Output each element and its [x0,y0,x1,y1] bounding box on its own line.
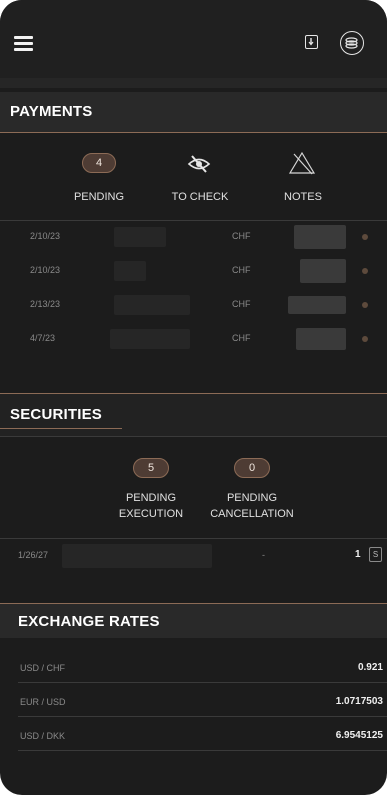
redacted-value [294,225,346,249]
rate-divider [18,682,387,683]
payment-currency: CHF [232,333,251,343]
rate-pair: USD / CHF [20,663,65,673]
status-dot [362,234,368,240]
pending-execution-count: 5 [133,458,169,478]
securities-title-underline [0,428,122,429]
securities-title: SECURITIES [10,406,103,423]
rate-pair: EUR / USD [20,697,66,707]
security-date: 1/26/27 [18,550,49,560]
rate-row[interactable]: USD / CHF 0.921 [0,652,387,682]
pending-cancellation-count: 0 [234,458,270,478]
payment-date: 2/13/23 [30,299,61,309]
redacted-value [288,296,346,314]
payment-currency: CHF [232,231,251,241]
coin-stack-icon[interactable] [340,31,364,55]
payments-pending-label: PENDING [73,191,125,203]
redacted-value [300,259,346,283]
top-bar [0,0,387,78]
status-dot [362,336,368,342]
payment-currency: CHF [232,299,251,309]
eye-slash-icon [187,155,211,173]
rate-pair: USD / DKK [20,731,66,741]
payments-notes-label: NOTES [284,191,322,203]
security-type-tag: S [369,547,382,562]
redacted-value [296,328,346,350]
payments-title: PAYMENTS [10,103,93,120]
redacted-amount [114,227,166,247]
status-dot [362,268,368,274]
payment-row[interactable]: 2/10/23 CHF [0,254,387,288]
payments-header-divider [0,132,387,133]
redacted-amount [114,261,146,281]
hamburger-menu-icon[interactable] [14,36,33,51]
redacted-amount [110,329,190,349]
rate-row[interactable]: USD / DKK 6.9545125 [0,720,387,750]
payment-row[interactable]: 2/10/23 CHF [0,220,387,254]
exchange-rates-title: EXCHANGE RATES [18,613,160,630]
app-screen: PAYMENTS 4 PENDING TO CHECK NOTES 2/10/2… [0,0,387,795]
security-dash: - [262,550,265,560]
top-spacer [0,78,387,88]
payment-currency: CHF [232,265,251,275]
payment-row[interactable]: 2/13/23 CHF [0,288,387,322]
status-dot [362,302,368,308]
pending-cancellation-line1: PENDING [226,492,278,504]
pending-execution-line2: EXECUTION [118,508,184,520]
securities-header-divider [0,436,387,437]
rate-value: 6.9545125 [335,730,383,741]
rate-divider [18,750,387,751]
payment-date: 2/10/23 [30,265,61,275]
rate-value: 0.921 [357,662,383,673]
rate-value: 1.0717503 [335,696,383,707]
pending-execution-line1: PENDING [125,492,177,504]
pending-cancellation-line2: CANCELLATION [210,508,294,520]
securities-header: SECURITIES [0,394,387,436]
payment-date: 4/7/23 [30,333,56,343]
security-quantity: 1 [355,549,361,560]
warning-slash-icon [288,151,316,175]
rate-divider [18,716,387,717]
redacted-amount [114,295,190,315]
download-icon[interactable] [305,35,318,49]
payment-row[interactable]: 4/7/23 CHF [0,322,387,356]
payments-pending-count: 4 [82,153,116,173]
security-row[interactable]: 1/26/27 - 1 S [0,540,387,572]
exchange-rates-header: EXCHANGE RATES [0,604,387,638]
payment-date: 2/10/23 [30,231,61,241]
payments-to-check-label: TO CHECK [171,191,229,203]
payments-header: PAYMENTS [0,92,387,132]
securities-divider [0,538,387,539]
redacted-security-name [62,544,212,568]
rate-row[interactable]: EUR / USD 1.0717503 [0,686,387,716]
